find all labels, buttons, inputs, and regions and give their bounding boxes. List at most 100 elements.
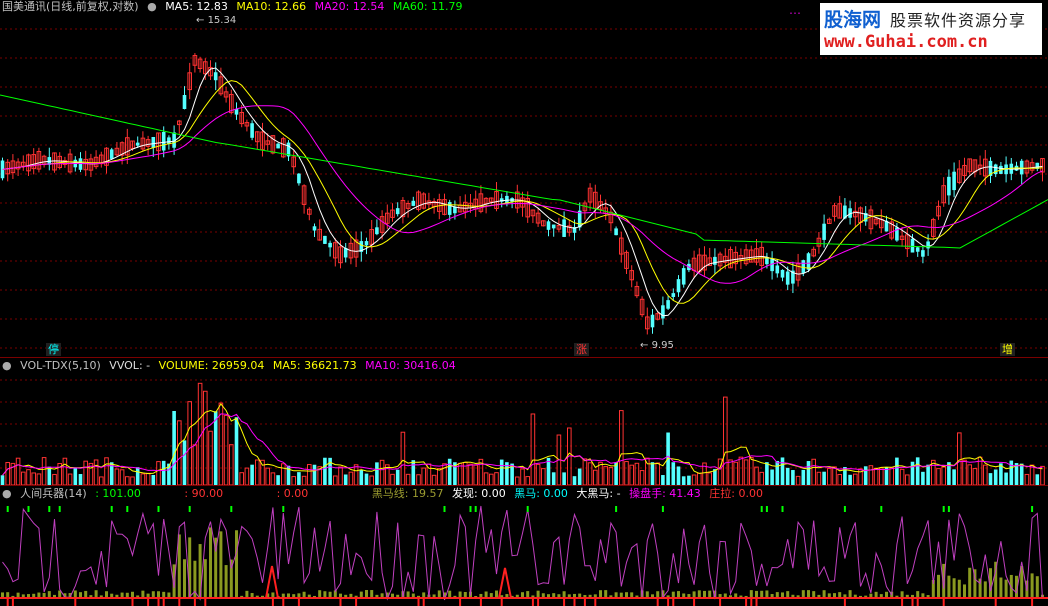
histogram-bar	[822, 590, 826, 598]
high-price-label: ← 15.34	[196, 15, 237, 26]
volume-bar-up	[36, 473, 42, 485]
ind-v3: : 0.00	[276, 487, 309, 500]
volume-bar-up	[593, 469, 598, 485]
histogram-bar	[47, 591, 51, 598]
histogram-bar	[963, 584, 966, 598]
volume-bar-down	[785, 467, 790, 485]
volume-bar-down	[499, 459, 504, 485]
volume-bar-up	[114, 468, 120, 485]
candle-body-down	[375, 227, 379, 235]
volume-bar-up	[639, 470, 645, 485]
volume-bar-up	[21, 471, 26, 485]
volume-bar-down	[0, 475, 5, 485]
candle-body-down	[666, 300, 670, 309]
volume-bar-down	[822, 471, 826, 485]
volume-bar-up	[749, 456, 754, 485]
histogram-bar	[900, 591, 904, 598]
volume-bar-up	[941, 466, 947, 485]
histogram-bar	[801, 590, 805, 598]
candle-body-down	[234, 108, 239, 115]
volume-bar-up	[603, 466, 609, 485]
volume-bar-down	[562, 472, 566, 485]
volume-bar-down	[1019, 463, 1024, 485]
volume-bar-up	[104, 457, 109, 485]
vol-ma5-line	[2, 403, 1043, 476]
volume-bar-up	[338, 466, 343, 485]
volume-bar-up	[728, 459, 733, 485]
candle-body-down	[78, 158, 83, 170]
candle-body-down	[713, 256, 717, 265]
volume-bar-up	[587, 462, 593, 485]
stock-title[interactable]: 国美通讯(日线,前复权,对数)	[2, 0, 139, 13]
volume-bar-up	[265, 467, 270, 485]
histogram-bar	[947, 575, 951, 598]
ma60-line	[0, 94, 1048, 249]
volume-bar-down	[78, 474, 83, 485]
settings-icon[interactable]: ●	[2, 359, 12, 372]
volume-bar-up	[405, 473, 411, 485]
ma20-label: MA20: 12.54	[314, 0, 385, 13]
volume-bar-up	[26, 469, 31, 485]
volume-bar-up	[723, 396, 728, 485]
candle-body-down	[614, 228, 618, 236]
vvol-label: VVOL: -	[109, 359, 151, 372]
histogram-bar	[318, 590, 322, 598]
volume-bars[interactable]	[0, 358, 1048, 485]
volume-bar-down	[988, 473, 993, 485]
settings-icon[interactable]: ●	[2, 487, 12, 500]
volume-bar-up	[582, 458, 588, 485]
volume-bar-up	[67, 473, 73, 485]
candle-body-down	[801, 260, 806, 274]
volume-bar-down	[343, 474, 348, 485]
volume-bar-up	[15, 457, 21, 485]
volume-bar-up	[416, 474, 421, 485]
volume-bar-down	[323, 457, 327, 485]
volume-bar-up	[634, 462, 640, 485]
histogram-bar	[807, 590, 810, 598]
volume-bar-down	[915, 457, 920, 485]
volume-bar-down	[676, 466, 681, 485]
vol-title[interactable]: VOL-TDX(5,10)	[20, 359, 101, 372]
volume-bar-down	[135, 467, 140, 485]
volume-bar-down	[848, 474, 852, 485]
volume-bar-up	[437, 467, 442, 485]
histogram-bar	[562, 591, 566, 598]
settings-icon[interactable]: ●	[147, 0, 157, 13]
dark-horse-label: 黑马: 0.00	[514, 487, 568, 500]
discover-label: 发现: 0.00	[452, 487, 506, 500]
candle-body-down	[546, 221, 551, 230]
volume-bar-up	[873, 467, 879, 485]
volume-bar-down	[993, 469, 998, 485]
histogram-bar	[749, 590, 753, 598]
ind-title[interactable]: 人间兵器(14)	[20, 487, 87, 500]
big-dark-horse-label: 大黑马: -	[576, 487, 621, 500]
volume-bar-up	[905, 474, 910, 485]
volume-bar-up	[707, 472, 713, 485]
candle-body-down	[822, 223, 826, 240]
vol-ma5-label: MA5: 36621.73	[272, 359, 357, 372]
volume-bar-up	[655, 462, 661, 485]
histogram-bar	[765, 590, 769, 598]
indicator-chart-pane[interactable]: ● 人间兵器(14) : 101.00 : 90.00 : 0.00 黑马线: …	[0, 486, 1048, 606]
price-chart-pane[interactable]: 国美通讯(日线,前复权,对数) ● MA5: 12.83 MA10: 12.66…	[0, 0, 1048, 357]
candle-body-down	[161, 132, 166, 151]
volume-bar-down	[572, 476, 577, 485]
more-options-icon[interactable]: ⋯	[789, 6, 802, 20]
volume-bar-down	[395, 469, 400, 485]
volume-bar-up	[348, 471, 354, 485]
indicator-chart[interactable]	[0, 486, 1048, 606]
histogram-bar	[812, 591, 816, 598]
volume-bar-up	[119, 469, 125, 485]
histogram-bar	[999, 577, 1003, 598]
histogram-bar	[786, 591, 790, 598]
volume-bar-up	[520, 468, 525, 485]
volume-bar-up	[156, 461, 161, 485]
candle-body-down	[395, 208, 400, 215]
volume-bar-up	[255, 459, 260, 485]
volume-bar-down	[447, 458, 452, 485]
histogram-bar	[365, 590, 368, 598]
histogram-bar	[755, 590, 758, 598]
volume-bar-up	[187, 401, 192, 485]
volume-chart-pane[interactable]: ● VOL-TDX(5,10) VVOL: - VOLUME: 26959.04…	[0, 358, 1048, 485]
histogram-bar	[968, 567, 972, 598]
